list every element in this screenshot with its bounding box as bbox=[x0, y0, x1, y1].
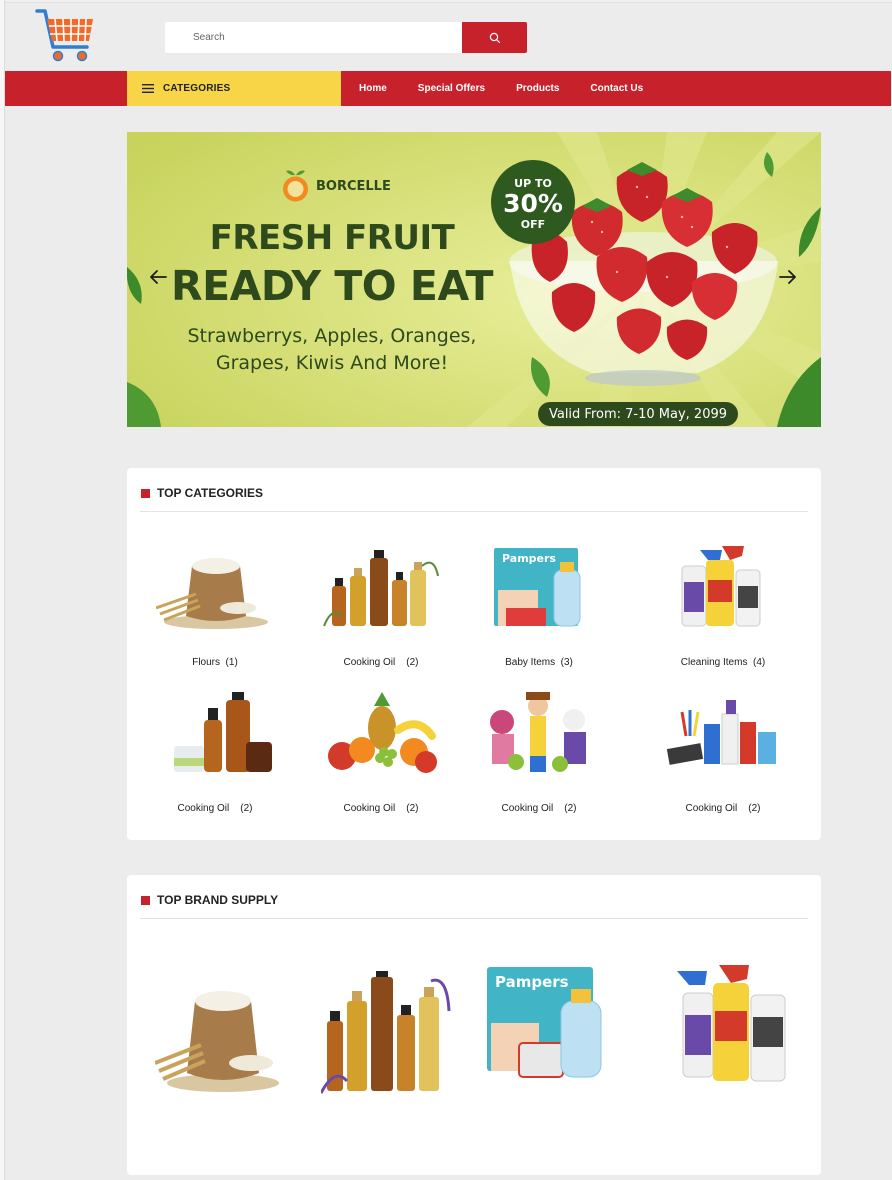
cleaning-bottles-image[interactable] bbox=[673, 965, 803, 1090]
category-item-cooking-oil-4[interactable]: Cooking Oil (2) bbox=[459, 692, 619, 814]
categories-menu-button[interactable]: CATEGORIES bbox=[127, 71, 341, 106]
carousel-next-button[interactable] bbox=[777, 266, 799, 288]
section-header: TOP CATEGORIES bbox=[141, 486, 263, 500]
cosmetics-bottles-image bbox=[174, 692, 272, 772]
category-label: Cooking Oil (2) bbox=[343, 657, 419, 668]
orange-logo-icon bbox=[283, 170, 308, 202]
section-marker bbox=[141, 895, 150, 905]
section-marker bbox=[141, 488, 150, 498]
nav-links: Home Special Offers Products Contact Us bbox=[359, 71, 674, 106]
flour-sack-image bbox=[155, 558, 268, 629]
stationery-image bbox=[666, 700, 776, 765]
top-bar bbox=[5, 3, 892, 71]
arrow-left-icon bbox=[150, 270, 167, 284]
banner-subtitle: Strawberrys, Apples, Oranges, Grapes, Ki… bbox=[127, 323, 537, 377]
banner-subtitle-line-2: Grapes, Kiwis And More! bbox=[215, 352, 449, 374]
category-label: Cooking Oil (2) bbox=[343, 803, 419, 814]
category-label: Baby Items (3) bbox=[505, 657, 573, 668]
svg-text:Pampers: Pampers bbox=[502, 552, 556, 565]
search-icon bbox=[489, 32, 500, 43]
category-label: Cooking Oil (2) bbox=[177, 803, 253, 814]
discount-badge-percent: 30% bbox=[503, 189, 563, 218]
banner-brand: BORCELLE bbox=[281, 169, 391, 203]
discount-badge-bottom: OFF bbox=[520, 218, 546, 231]
search-input[interactable] bbox=[165, 22, 462, 53]
category-item-baby-items[interactable]: Pampers Baby Items (3) bbox=[459, 546, 619, 668]
category-item-cooking-oil-2[interactable]: Cooking Oil (2) bbox=[135, 692, 295, 814]
window-left-edge bbox=[0, 0, 5, 1180]
baby-products-image[interactable]: Pampers bbox=[483, 965, 613, 1090]
section-title: TOP BRAND SUPPLY bbox=[157, 893, 279, 907]
main-navbar: CATEGORIES Home Special Offers Products … bbox=[5, 71, 891, 106]
flour-sack-image[interactable] bbox=[155, 971, 285, 1096]
baby-products-image: Pampers bbox=[494, 548, 581, 627]
search-button[interactable] bbox=[462, 22, 527, 53]
category-item-flours[interactable]: Flours (1) bbox=[135, 546, 295, 668]
category-item-cleaning-items[interactable]: Cleaning Items (4) bbox=[643, 546, 803, 668]
hero-banner[interactable]: BORCELLE FRESH FRUIT READY TO EAT Strawb… bbox=[127, 132, 821, 427]
section-divider bbox=[140, 511, 808, 512]
nav-link-products[interactable]: Products bbox=[516, 83, 559, 94]
fruit-pile-image bbox=[328, 692, 437, 773]
top-categories-section: TOP CATEGORIES Flours (1) Cooking Oil (2… bbox=[127, 468, 821, 840]
category-item-cooking-oil[interactable]: Cooking Oil (2) bbox=[301, 546, 461, 668]
categories-label: CATEGORIES bbox=[163, 83, 231, 94]
category-item-cooking-oil-3[interactable]: Cooking Oil (2) bbox=[301, 692, 461, 814]
hamburger-menu-icon bbox=[142, 84, 154, 93]
oil-bottles-image[interactable] bbox=[321, 971, 451, 1096]
carousel-prev-button[interactable] bbox=[147, 266, 169, 288]
section-header: TOP BRAND SUPPLY bbox=[141, 893, 278, 907]
nav-link-home[interactable]: Home bbox=[359, 83, 387, 94]
banner-headline-2: READY TO EAT bbox=[171, 262, 493, 310]
section-divider bbox=[140, 918, 808, 919]
banner-headline-1: FRESH FRUIT bbox=[209, 218, 455, 258]
nav-link-contact-us[interactable]: Contact Us bbox=[590, 83, 643, 94]
nav-link-special-offers[interactable]: Special Offers bbox=[418, 83, 485, 94]
cleaning-bottles-image bbox=[681, 546, 761, 627]
svg-text:Pampers: Pampers bbox=[495, 973, 569, 991]
top-brand-supply-section: TOP BRAND SUPPLY Pampers bbox=[127, 875, 821, 1175]
section-title: TOP CATEGORIES bbox=[157, 486, 264, 500]
discount-badge: UP TO 30% OFF bbox=[491, 160, 575, 244]
category-label: Cooking Oil (2) bbox=[685, 803, 761, 814]
category-label: Flours (1) bbox=[192, 657, 238, 668]
category-label: Cleaning Items (4) bbox=[680, 657, 766, 668]
banner-brand-name: BORCELLE bbox=[316, 178, 391, 194]
toys-image bbox=[490, 692, 586, 772]
search-bar bbox=[165, 22, 527, 53]
oil-bottles-image bbox=[323, 550, 439, 627]
arrow-right-icon bbox=[779, 270, 796, 284]
offer-validity-pill: Valid From: 7-10 May, 2099 bbox=[538, 402, 738, 426]
shopping-cart-logo-icon[interactable] bbox=[35, 5, 97, 67]
banner-subtitle-line-1: Strawberrys, Apples, Oranges, bbox=[187, 325, 477, 347]
category-item-cooking-oil-5[interactable]: Cooking Oil (2) bbox=[643, 692, 803, 814]
category-label: Cooking Oil (2) bbox=[501, 803, 577, 814]
